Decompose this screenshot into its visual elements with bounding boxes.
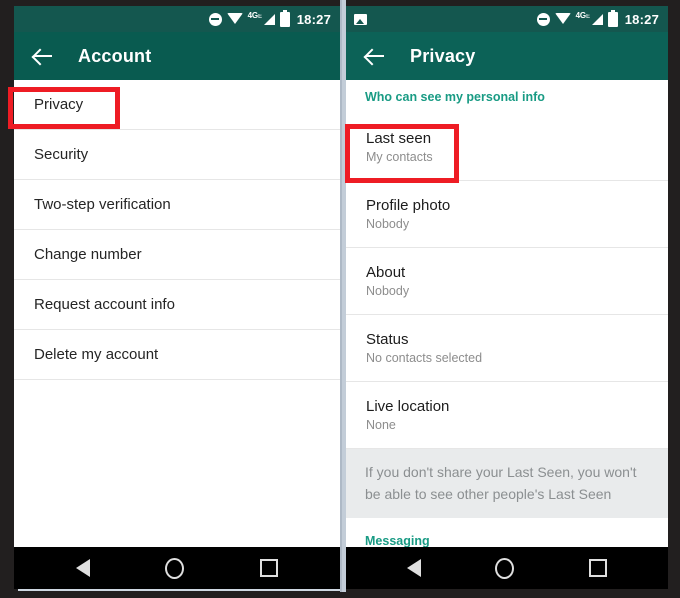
left-nav-bar [14,547,340,589]
left-status-bar: 4GE 18:27 [14,6,340,32]
network-4g-label: 4GE [575,10,590,20]
list-item-request-account-info[interactable]: Request account info [14,280,340,330]
right-phone-screen: 4GE 18:27 Privacy Who can see my persona… [346,6,668,589]
list-item-status[interactable]: Status No contacts selected [346,315,668,382]
list-item-label: Change number [34,246,142,263]
list-item-two-step-verification[interactable]: Two-step verification [14,180,340,230]
list-item-profile-photo[interactable]: Profile photo Nobody [346,181,668,248]
list-item-about[interactable]: About Nobody [346,248,668,315]
list-item-value: Nobody [366,216,410,231]
account-settings-list: Privacy Security Two-step verification C… [14,80,340,547]
left-phone-screen: 4GE 18:27 Account Privacy Security Two-s… [14,6,340,589]
privacy-settings-list: Who can see my personal info Last seen M… [346,80,668,547]
list-item-change-number[interactable]: Change number [14,230,340,280]
nav-back-icon[interactable] [407,559,422,577]
network-4g-label: 4GE [247,10,262,20]
battery-icon [279,9,290,27]
right-page-title: Privacy [410,45,476,66]
list-item-label: Status [366,330,409,348]
right-status-bar-system-icons: 4GE 18:27 [536,9,659,27]
nav-recents-icon[interactable] [260,559,279,577]
right-status-bar: 4GE 18:27 [346,6,668,32]
back-arrow-icon[interactable] [364,45,386,67]
list-item-live-location[interactable]: Live location None [346,382,668,449]
nav-recents-icon[interactable] [588,559,607,577]
list-item-label: Two-step verification [34,196,171,213]
list-item-value: No contacts selected [366,350,483,365]
screenshot-canvas: 4GE 18:27 Account Privacy Security Two-s… [0,0,680,598]
list-item-label: About [366,263,406,281]
list-item-label: Security [34,146,89,163]
list-item-value: None [366,417,396,432]
battery-icon [607,9,618,27]
left-app-bar: Account [14,32,340,80]
bottom-hairline [18,589,340,591]
list-item-label: Request account info [34,296,175,313]
list-item-security[interactable]: Security [14,130,340,180]
nav-home-icon[interactable] [165,557,185,579]
section-header-personal-info: Who can see my personal info [346,80,668,114]
list-item-delete-my-account[interactable]: Delete my account [14,330,340,380]
section-header-messaging: Messaging [346,518,668,547]
list-item-label: Delete my account [34,346,159,363]
status-bar-clock: 18:27 [624,11,659,27]
left-page-title: Account [78,45,152,66]
right-app-bar: Privacy [346,32,668,80]
dnd-icon [536,12,550,26]
last-seen-info-banner: If you don't share your Last Seen, you w… [346,449,668,518]
left-status-bar-system-icons: 4GE 18:27 [208,9,331,27]
dnd-icon [208,12,222,26]
list-item-privacy[interactable]: Privacy [14,80,340,130]
nav-back-icon[interactable] [75,559,90,577]
list-item-label: Live location [366,397,450,415]
list-item-label: Privacy [34,96,84,113]
wifi-icon [226,12,243,24]
right-nav-bar [346,547,668,589]
signal-icon [591,13,603,25]
list-item-label: Last seen [366,129,432,147]
photo-notification-icon [354,13,367,25]
back-arrow-icon[interactable] [32,45,54,67]
status-bar-clock: 18:27 [296,11,331,27]
nav-home-icon[interactable] [495,557,515,579]
signal-icon [263,13,275,25]
list-item-value: Nobody [366,283,410,298]
list-item-last-seen[interactable]: Last seen My contacts [346,114,668,181]
list-item-value: My contacts [366,149,433,164]
list-item-label: Profile photo [366,196,451,214]
panel-divider-line [340,0,342,592]
wifi-icon [554,12,571,24]
right-status-bar-notifications [354,13,537,25]
